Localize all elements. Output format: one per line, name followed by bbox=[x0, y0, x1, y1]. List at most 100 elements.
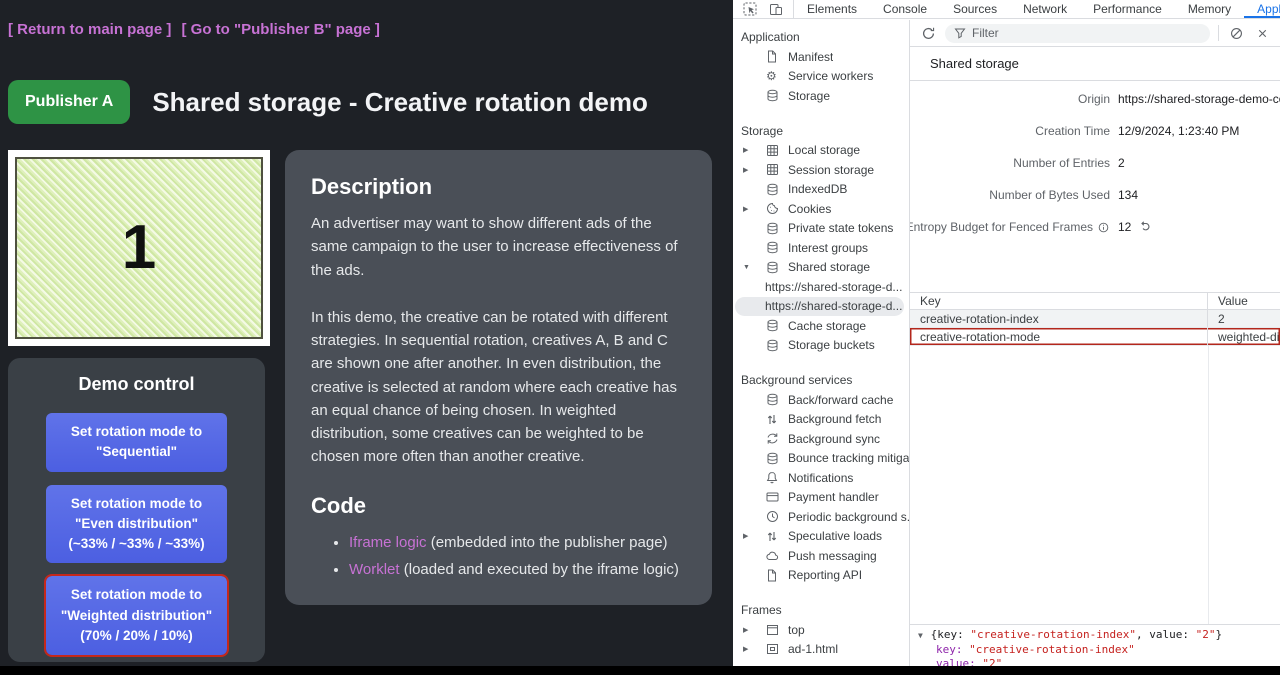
description-paragraph: In this demo, the creative can be rotate… bbox=[311, 306, 686, 469]
sidebar-item-https-shared-storage-d[interactable]: https://shared-storage-d... bbox=[735, 297, 904, 317]
sidebar-item-local-storage[interactable]: ▶Local storage bbox=[733, 141, 909, 161]
sidebar-item-private-state-tokens[interactable]: Private state tokens bbox=[733, 219, 909, 239]
reset-budget-icon[interactable] bbox=[1138, 221, 1151, 234]
sidebar-item-label: Cache storage bbox=[788, 319, 866, 333]
expand-triangle-icon[interactable]: ▼ bbox=[918, 631, 928, 640]
devtools-tab-sources[interactable]: Sources bbox=[940, 0, 1010, 18]
rotation-mode-button-weighted-distribution[interactable]: Set rotation mode to"Weighted distributi… bbox=[46, 576, 227, 655]
sidebar-item-periodic-background-s[interactable]: Periodic background s... bbox=[733, 507, 909, 527]
sidebar-item-notifications[interactable]: Notifications bbox=[733, 468, 909, 488]
preview-token: , value: bbox=[1136, 628, 1196, 641]
sidebar-item-ad-1-html[interactable]: ▶ad-1.html bbox=[733, 640, 909, 660]
frame-icon bbox=[766, 624, 780, 636]
database-icon bbox=[766, 339, 780, 352]
iframe-icon bbox=[766, 643, 780, 655]
preview-token: value: bbox=[936, 657, 982, 666]
page-nav: [ Return to main page ] [ Go to "Publish… bbox=[8, 21, 386, 38]
devtools-tab-console[interactable]: Console bbox=[870, 0, 940, 18]
metadata-label: Creation Time bbox=[1035, 124, 1110, 138]
code-heading: Code bbox=[311, 493, 686, 519]
sidebar-item-speculative-loads[interactable]: ▶Speculative loads bbox=[733, 527, 909, 547]
sidebar-section-background-services: Background services bbox=[733, 369, 909, 390]
metadata-label: Number of Bytes Used bbox=[989, 188, 1110, 202]
table-icon bbox=[766, 144, 780, 157]
refresh-icon[interactable] bbox=[919, 24, 937, 42]
sidebar-item-background-sync[interactable]: Background sync bbox=[733, 429, 909, 449]
sidebar-item-storage-buckets[interactable]: Storage buckets bbox=[733, 336, 909, 356]
chevron-right-icon[interactable]: ▶ bbox=[743, 146, 755, 154]
metadata-value: 2 bbox=[1118, 156, 1125, 170]
sidebar-item-service-workers[interactable]: ⚙ Service workers bbox=[733, 67, 909, 87]
devtools-tab-memory[interactable]: Memory bbox=[1175, 0, 1244, 18]
sidebar-item-top[interactable]: ▶ top bbox=[733, 620, 909, 640]
sidebar-item-push-messaging[interactable]: Push messaging bbox=[733, 546, 909, 566]
return-main-page-link[interactable]: [ Return to main page ] bbox=[8, 21, 171, 38]
sidebar-item-label: Service workers bbox=[788, 69, 873, 83]
sidebar-item-https-shared-storage-d[interactable]: https://shared-storage-d... bbox=[733, 277, 909, 297]
ad-creative-frame[interactable]: 1 bbox=[8, 150, 270, 346]
clear-all-icon[interactable] bbox=[1227, 24, 1245, 42]
sidebar-item-cookies[interactable]: ▶ Cookies bbox=[733, 199, 909, 219]
publisher-b-page-link[interactable]: [ Go to "Publisher B" page ] bbox=[182, 21, 380, 38]
chevron-right-icon[interactable]: ▶ bbox=[743, 645, 755, 653]
gear-icon: ⚙ bbox=[766, 70, 780, 82]
sidebar-item-label: IndexedDB bbox=[788, 182, 847, 196]
device-toolbar-icon[interactable] bbox=[767, 0, 785, 18]
filter-placeholder: Filter bbox=[972, 26, 999, 40]
preview-token: "2" bbox=[1196, 628, 1216, 641]
metadata-value: 12 bbox=[1118, 220, 1131, 234]
devtools-tabs: ElementsConsoleSourcesNetworkPerformance… bbox=[794, 0, 1280, 18]
bell-icon bbox=[766, 471, 780, 484]
database-icon bbox=[766, 183, 780, 196]
code-link-iframe-logic[interactable]: Iframe logic bbox=[349, 534, 427, 551]
sidebar-item-label: top bbox=[788, 623, 805, 637]
sidebar-item-shared-storage[interactable]: ▼Shared storage bbox=[733, 258, 909, 278]
storage-row-creative-rotation-index[interactable]: creative-rotation-index2 bbox=[910, 310, 1280, 328]
sidebar-section-frames: Frames bbox=[733, 599, 909, 620]
sidebar-item-interest-groups[interactable]: Interest groups bbox=[733, 238, 909, 258]
page-header: Publisher A Shared storage - Creative ro… bbox=[8, 80, 648, 124]
sidebar-item-label: Back/forward cache bbox=[788, 393, 893, 407]
devtools-tab-network[interactable]: Network bbox=[1010, 0, 1080, 18]
chevron-right-icon[interactable]: ▶ bbox=[743, 166, 755, 174]
chevron-down-icon[interactable]: ▼ bbox=[743, 264, 755, 271]
code-link-worklet[interactable]: Worklet bbox=[349, 561, 400, 578]
description-card: Description An advertiser may want to sh… bbox=[285, 150, 712, 605]
value-column-header[interactable]: Value bbox=[1208, 293, 1280, 309]
cloud-icon bbox=[766, 550, 780, 562]
sidebar-item-label: Background fetch bbox=[788, 412, 881, 426]
filter-input[interactable]: Filter bbox=[945, 24, 1210, 43]
key-column-header[interactable]: Key bbox=[910, 293, 1208, 309]
sidebar-item-session-storage[interactable]: ▶Session storage bbox=[733, 160, 909, 180]
database-icon bbox=[766, 241, 780, 254]
sidebar-item-label: Private state tokens bbox=[788, 221, 893, 235]
sidebar-item-back-forward-cache[interactable]: Back/forward cache bbox=[733, 390, 909, 410]
chevron-right-icon[interactable]: ▶ bbox=[743, 532, 755, 540]
storage-entries-table: Key Value creative-rotation-index2creati… bbox=[910, 292, 1280, 346]
sidebar-item-payment-handler[interactable]: Payment handler bbox=[733, 488, 909, 508]
chevron-right-icon[interactable]: ▶ bbox=[743, 205, 755, 213]
sidebar-item-manifest[interactable]: Manifest bbox=[733, 47, 909, 67]
sidebar-item-bounce-tracking-mitiga[interactable]: Bounce tracking mitiga... bbox=[733, 449, 909, 469]
devtools-tab-performance[interactable]: Performance bbox=[1080, 0, 1175, 18]
delete-selected-icon[interactable] bbox=[1253, 24, 1271, 42]
devtools-tab-application[interactable]: Application bbox=[1244, 0, 1280, 18]
sidebar-item-background-fetch[interactable]: Background fetch bbox=[733, 410, 909, 430]
info-icon[interactable] bbox=[1097, 221, 1110, 234]
inspect-element-icon[interactable] bbox=[741, 0, 759, 18]
database-icon bbox=[766, 319, 780, 332]
sidebar-item-cache-storage[interactable]: Cache storage bbox=[733, 316, 909, 336]
storage-row-creative-rotation-mode[interactable]: creative-rotation-modeweighted-distribut… bbox=[910, 328, 1280, 346]
devtools-tab-elements[interactable]: Elements bbox=[794, 0, 870, 18]
rotation-mode-button-even-distribution[interactable]: Set rotation mode to"Even distribution"(… bbox=[46, 485, 227, 564]
sidebar-item-reporting-api[interactable]: Reporting API bbox=[733, 566, 909, 586]
metadata-row-number-of-bytes-used: Number of Bytes Used134 bbox=[910, 179, 1280, 211]
sidebar-item-indexeddb[interactable]: IndexedDB bbox=[733, 180, 909, 200]
chevron-right-icon[interactable]: ▶ bbox=[743, 626, 755, 634]
sidebar-item-label: https://shared-storage-d... bbox=[765, 280, 902, 294]
description-paragraph: An advertiser may want to show different… bbox=[311, 212, 686, 282]
rotation-mode-button-sequential[interactable]: Set rotation mode to"Sequential" bbox=[46, 413, 227, 472]
sidebar-item-storage[interactable]: Storage bbox=[733, 86, 909, 106]
storage-toolbar: Filter bbox=[910, 20, 1280, 47]
sidebar-item-label: Cookies bbox=[788, 202, 831, 216]
